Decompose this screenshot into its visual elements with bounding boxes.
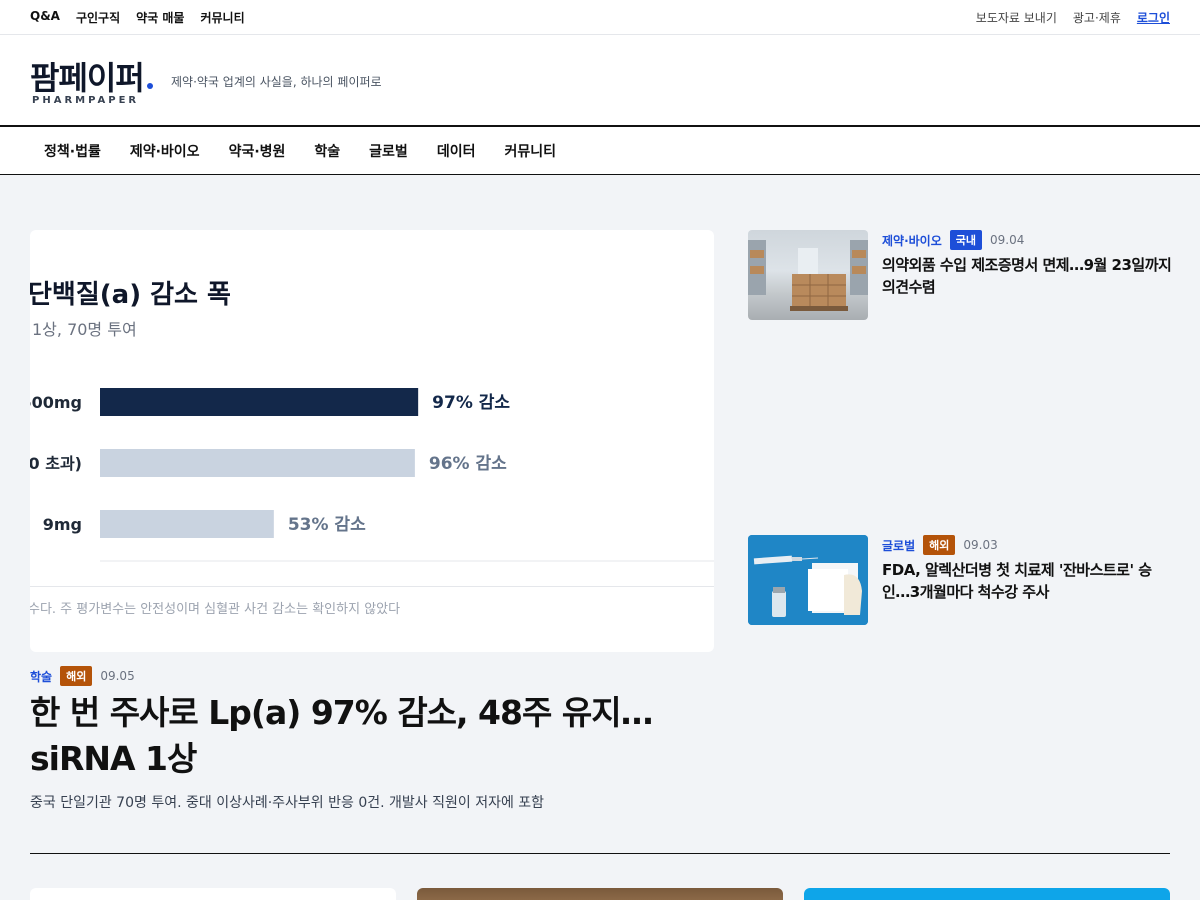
- side-date: 09.03: [963, 538, 998, 552]
- logo-text: 팜페이퍼: [30, 59, 145, 97]
- site-header: 팜페이퍼 PHARMPAPER 제약·약국 업계의 사실을, 하나의 페이퍼로: [0, 35, 1200, 127]
- lead-article-meta: 학술 해외 09.05: [30, 666, 135, 686]
- side-category[interactable]: 글로벌: [882, 537, 915, 554]
- chart-category-label: 0 초과): [30, 454, 82, 473]
- nav-item-pharma-bio[interactable]: 제약·바이오: [130, 141, 200, 161]
- chart-bar: [100, 449, 415, 477]
- side-headline[interactable]: 의약외품 수입 제조증명서 면제…9월 23일까지 의견수렴: [882, 254, 1174, 298]
- logo-dot: [146, 83, 153, 89]
- chart-category-label: 500mg: [30, 393, 82, 412]
- side-region-badge: 해외: [923, 535, 956, 555]
- utility-links: Q&A 구인구직 약국 매물 커뮤니티: [30, 9, 245, 26]
- nav-item-policy-law[interactable]: 정책·법률: [44, 141, 101, 161]
- nav-item-community[interactable]: 커뮤니티: [504, 141, 556, 161]
- chart-title: 단백질(a) 감소 폭: [30, 280, 231, 310]
- nav-item-pharmacy-hospital[interactable]: 약국·병원: [229, 141, 286, 161]
- nav-item-global[interactable]: 글로벌: [369, 141, 408, 161]
- side-article[interactable]: 제약·바이오 국내 09.04 의약외품 수입 제조증명서 면제…9월 23일까…: [748, 230, 1172, 320]
- util-link-ads[interactable]: 광고·제휴: [1073, 9, 1121, 26]
- chart-subtitle: 1상, 70명 투여: [32, 320, 137, 339]
- side-date: 09.04: [990, 233, 1025, 247]
- main-nav: 정책·법률 제약·바이오 약국·병원 학술 글로벌 데이터 커뮤니티: [0, 127, 1200, 175]
- side-article-meta: 제약·바이오 국내 09.04: [882, 230, 1024, 250]
- side-article-thumbnail[interactable]: [748, 535, 868, 625]
- lead-headline[interactable]: 한 번 주사로 Lp(a) 97% 감소, 48주 유지…siRNA 1상: [30, 690, 700, 782]
- util-link-pharmacy-listings[interactable]: 약국 매물: [136, 9, 184, 26]
- util-link-jobs[interactable]: 구인구직: [76, 9, 120, 26]
- utility-bar: Q&A 구인구직 약국 매물 커뮤니티 보도자료 보내기 광고·제휴 로그인: [0, 0, 1200, 35]
- bar-chart: 500mg 97% 감소 0 초과) 96% 감소 9mg 53% 감소: [30, 388, 714, 562]
- nav-item-academic[interactable]: 학술: [314, 141, 340, 161]
- site-logo[interactable]: 팜페이퍼: [30, 53, 153, 99]
- utility-links-right: 보도자료 보내기 광고·제휴 로그인: [976, 9, 1170, 26]
- chart-bar: [100, 510, 274, 538]
- side-article-thumbnail[interactable]: [748, 230, 868, 320]
- warehouse-pallet-image: [748, 240, 868, 311]
- util-link-press-release[interactable]: 보도자료 보내기: [976, 9, 1057, 26]
- syringe-vial-image: [748, 535, 868, 625]
- chart-value-label: 96% 감소: [429, 454, 507, 474]
- lead-article-image[interactable]: 단백질(a) 감소 폭 1상, 70명 투여 500mg 97% 감소 0 초과) 9…: [30, 230, 714, 652]
- side-article-meta: 글로벌 해외 09.03: [882, 535, 998, 555]
- side-article[interactable]: 글로벌 해외 09.03 FDA, 알렉산더병 첫 치료제 '잔바스트로' 승인…: [748, 535, 1170, 625]
- article-card[interactable]: [417, 888, 783, 900]
- login-link[interactable]: 로그인: [1137, 9, 1170, 26]
- lead-region-badge: 해외: [60, 666, 93, 686]
- logo-subtitle: PHARMPAPER: [32, 95, 140, 106]
- side-category[interactable]: 제약·바이오: [882, 232, 942, 249]
- chart-value-label: 97% 감소: [432, 393, 510, 413]
- chart-value-label: 53% 감소: [288, 515, 366, 535]
- chart-note: 수다. 주 평가변수는 안전성이며 심혈관 사건 감소는 확인하지 않았다: [30, 602, 401, 617]
- util-link-qna[interactable]: Q&A: [30, 9, 60, 26]
- section-divider: [30, 853, 1170, 854]
- nav-item-data[interactable]: 데이터: [437, 141, 476, 161]
- util-link-community[interactable]: 커뮤니티: [200, 9, 244, 26]
- article-card[interactable]: [30, 888, 396, 900]
- lead-category[interactable]: 학술: [30, 668, 52, 685]
- side-headline[interactable]: FDA, 알렉산더병 첫 치료제 '잔바스트로' 승인…3개월마다 척수강 주사: [882, 559, 1174, 603]
- lead-summary: 중국 단일기관 70명 투여. 중대 이상사례·주사부위 반응 0건. 개발사 …: [30, 795, 545, 811]
- article-card[interactable]: [804, 888, 1170, 900]
- side-region-badge: 국내: [949, 230, 983, 250]
- chart-divider: [30, 586, 714, 587]
- chart-category-label: 9mg: [43, 515, 82, 534]
- site-tagline: 제약·약국 업계의 사실을, 하나의 페이퍼로: [171, 75, 382, 89]
- lead-date: 09.05: [100, 669, 135, 683]
- chart-bar: [100, 388, 419, 416]
